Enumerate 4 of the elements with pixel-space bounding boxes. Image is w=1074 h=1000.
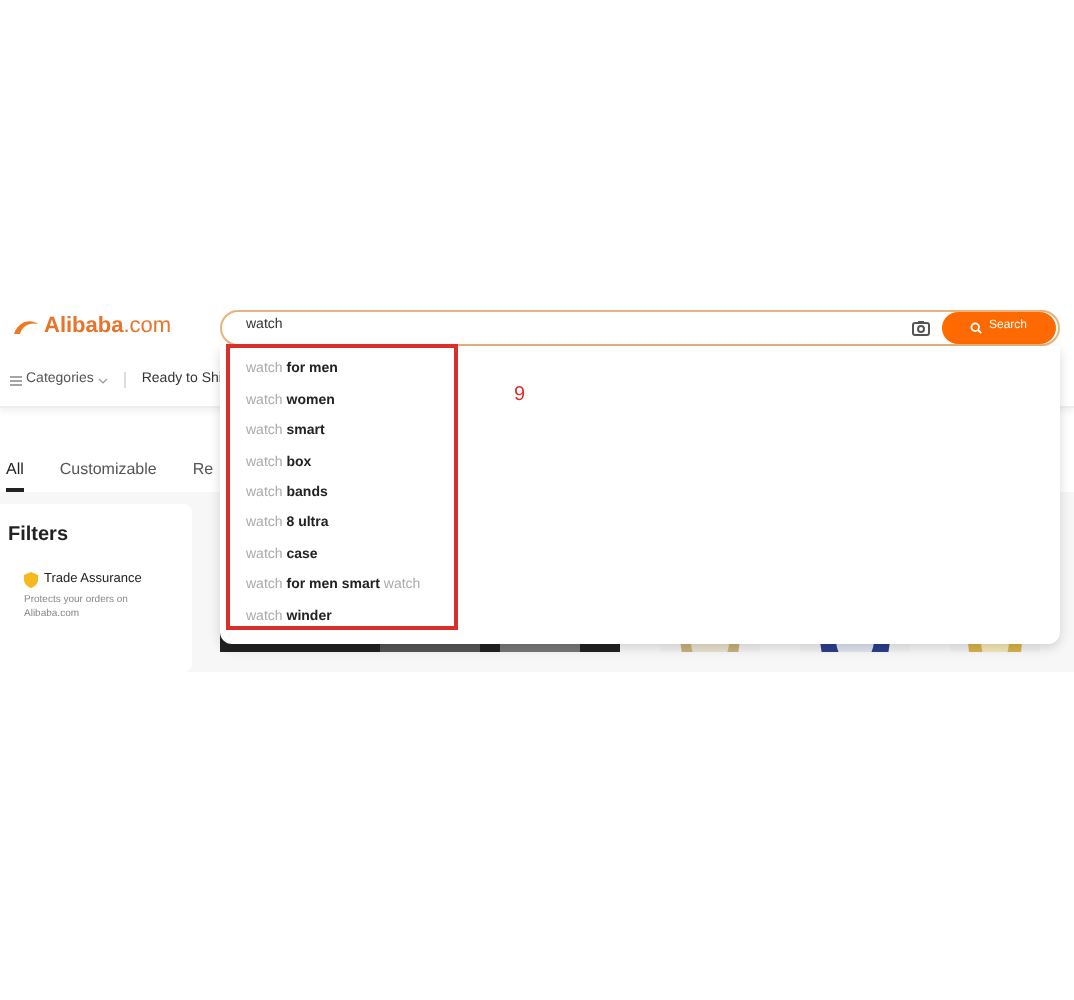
annotation-number: 9	[514, 382, 526, 410]
filter-tab[interactable]: Customizable	[59, 458, 157, 492]
filter-tab[interactable]: Re	[192, 458, 214, 492]
filters-heading: Filters	[8, 522, 71, 550]
